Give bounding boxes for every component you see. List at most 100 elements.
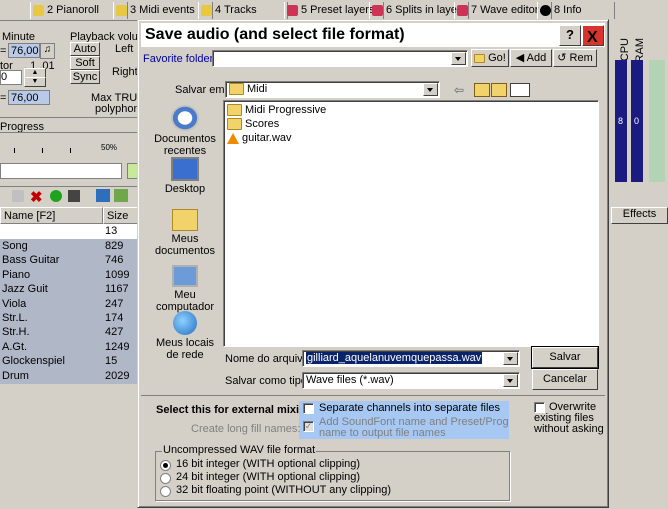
progress-ticks <box>0 148 138 154</box>
track-name: Song <box>2 240 28 252</box>
spin-down-button[interactable]: ▼ <box>24 77 46 87</box>
meter-panel: CPU RAM 8 0 <box>607 20 668 185</box>
track-name: Piano <box>2 268 31 281</box>
favorite-folders-combo[interactable] <box>212 50 468 67</box>
place-recent-documents[interactable]: Documentos recentes <box>150 105 220 157</box>
track-size: 2029 <box>105 369 130 382</box>
delete-icon[interactable]: ✖ <box>30 188 43 206</box>
place-label: Meus documentos <box>155 233 215 257</box>
column-header-size[interactable]: Size <box>103 207 138 224</box>
place-my-computer[interactable]: Meu computador <box>150 265 220 313</box>
chart-icon[interactable] <box>114 189 128 202</box>
remove-favorite-button[interactable]: ↺ Rem <box>553 49 597 67</box>
format-24bit-radio[interactable] <box>160 473 171 484</box>
table-row[interactable]: Drum 2029 <box>0 368 138 384</box>
overwrite-label: Overwrite existing files without asking <box>534 401 604 435</box>
tempo-field-2[interactable]: 76,00 <box>8 90 50 105</box>
place-label: Meu computador <box>155 289 215 313</box>
back-arrow-icon[interactable]: ⇦ <box>454 83 464 97</box>
places-bar: Documentos recentes Desktop Meus documen… <box>148 105 222 370</box>
table-row[interactable]: Viola 247 <box>0 296 138 312</box>
soft-button[interactable]: Soft <box>70 56 100 70</box>
my-computer-icon <box>172 265 198 287</box>
table-row[interactable]: A.Gt. 1249 <box>0 339 138 355</box>
my-documents-icon <box>172 209 198 231</box>
track-name: Str.H. <box>2 326 30 339</box>
pianoroll-icon <box>33 5 44 16</box>
go-button[interactable]: Go! <box>471 49 509 67</box>
track-name: Viola <box>2 297 27 310</box>
filename-input[interactable]: gilliard_aquelanuvemquepassa.wav <box>302 350 520 367</box>
place-label: Meus locais de rede <box>155 337 215 361</box>
chevron-down-icon[interactable] <box>503 374 518 387</box>
track-list: Song 829 Bass Guitar 746 Piano 1099 Jazz Guit 1… <box>0 239 138 384</box>
filetype-label: Salvar como tipo: <box>225 375 310 387</box>
list-item[interactable]: Scores <box>227 118 279 131</box>
list-item[interactable]: 13 <box>0 224 138 239</box>
cpu-value: 8 <box>618 116 624 126</box>
place-desktop[interactable]: Desktop <box>150 157 220 195</box>
add-arrow-icon: ◀ <box>515 52 525 64</box>
track-size: 746 <box>105 254 124 267</box>
track-size: 829 <box>105 240 124 252</box>
view-menu-icon[interactable] <box>510 83 530 97</box>
progress-bar <box>0 163 122 179</box>
add-soundfont-checkbox[interactable]: ✓ <box>303 421 314 432</box>
metronome-icon[interactable]: ♫ <box>40 43 55 59</box>
table-row[interactable]: Bass Guitar 746 <box>0 253 138 269</box>
save-in-combo[interactable]: Midi <box>225 81 440 98</box>
tab-info[interactable]: 8 Info <box>537 2 615 19</box>
separate-channels-checkbox[interactable] <box>303 403 314 414</box>
list-item[interactable]: guitar.wav <box>227 132 292 144</box>
list-item[interactable]: Midi Progressive <box>227 104 326 117</box>
tempo-field[interactable]: 76,00 <box>8 43 40 58</box>
table-row[interactable]: Str.L. 174 <box>0 311 138 326</box>
cancel-button[interactable]: Cancelar <box>532 369 598 390</box>
track-size: 15 <box>105 355 118 368</box>
effects-button[interactable]: Effects <box>611 207 668 224</box>
place-my-documents[interactable]: Meus documentos <box>150 209 220 257</box>
filetype-select[interactable]: Wave files (*.wav) <box>302 372 520 389</box>
format-24bit-label: 24 bit integer (WITH optional clipping) <box>176 471 361 483</box>
table-row[interactable]: Song 829 <box>0 239 138 254</box>
place-label: Desktop <box>164 183 206 195</box>
chevron-down-icon[interactable] <box>503 352 518 365</box>
file-list[interactable]: Midi Progressive Scores guitar.wav <box>223 100 599 347</box>
format-32bit-radio[interactable] <box>160 486 171 497</box>
table-row[interactable]: Glockenspiel 15 <box>0 354 138 370</box>
track-size: 247 <box>105 297 124 310</box>
table-row[interactable]: Str.H. 427 <box>0 325 138 341</box>
auto-button[interactable]: Auto <box>70 42 100 56</box>
table-row[interactable]: Jazz Guit 1167 <box>0 282 138 298</box>
close-button[interactable]: X <box>582 25 604 46</box>
track-name: Str.L. <box>2 312 28 324</box>
track-name: Jazz Guit <box>2 283 48 296</box>
stop-square-icon[interactable] <box>68 190 80 202</box>
table-row[interactable]: Piano 1099 <box>0 267 138 283</box>
play-circle-icon[interactable] <box>50 190 62 202</box>
divider <box>0 117 138 118</box>
right-label: Right <box>112 66 138 78</box>
waveform-icon[interactable] <box>96 189 110 202</box>
sync-button[interactable]: Sync <box>70 70 100 84</box>
chevron-down-icon[interactable] <box>423 83 438 96</box>
equals-label: = <box>0 45 7 57</box>
speaker-icon[interactable] <box>12 190 24 202</box>
chevron-down-icon[interactable] <box>451 52 466 65</box>
track-size: 1099 <box>105 268 130 281</box>
save-in-label: Salvar em: <box>175 84 228 96</box>
column-header-name[interactable]: Name [F2] <box>0 207 103 224</box>
tab-tracks[interactable]: 4 Tracks <box>198 2 288 19</box>
bar-field[interactable]: 0 <box>0 70 22 85</box>
tracks-icon <box>201 5 212 16</box>
track-size: 174 <box>105 312 124 324</box>
up-folder-icon[interactable] <box>474 83 490 97</box>
help-button[interactable]: ? <box>559 25 581 46</box>
format-32bit-label: 32 bit floating point (WITHOUT any clipp… <box>176 484 391 496</box>
ram-value: 0 <box>634 116 640 126</box>
add-favorite-button[interactable]: ◀ Add <box>510 49 552 67</box>
new-folder-icon[interactable] <box>491 83 507 97</box>
format-16bit-radio[interactable] <box>160 460 171 471</box>
place-network[interactable]: Meus locais de rede <box>150 311 220 361</box>
save-button[interactable]: Salvar <box>531 346 599 369</box>
